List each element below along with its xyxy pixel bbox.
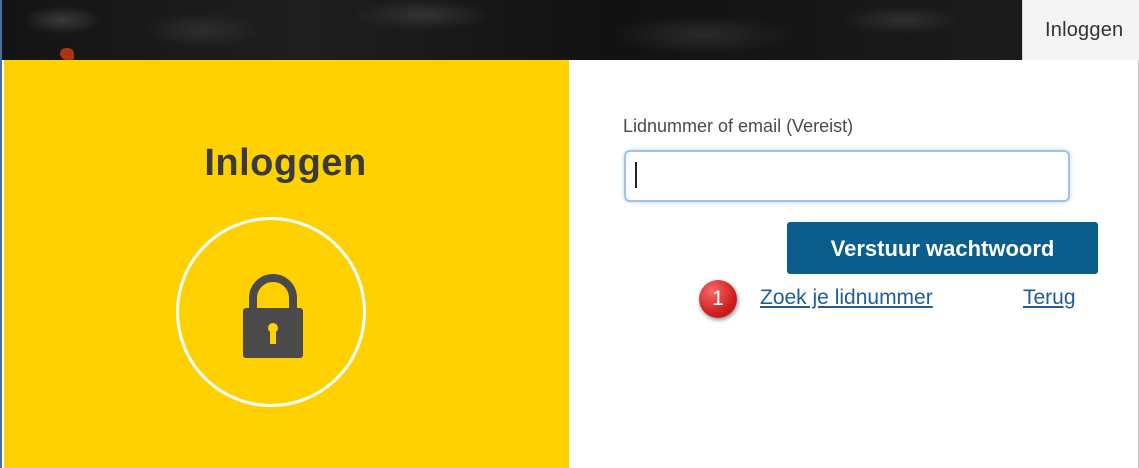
header-login-tab[interactable]: Inloggen <box>1022 0 1139 60</box>
lock-icon <box>243 274 303 358</box>
panel-title: Inloggen <box>204 142 367 184</box>
send-password-button[interactable]: Verstuur wachtwoord <box>787 222 1098 274</box>
annotation-badge: 1 <box>699 280 737 318</box>
page-frame: Inloggen Inloggen Lidnummer of email (Ve… <box>0 0 1139 468</box>
header-banner <box>2 0 1022 60</box>
back-link[interactable]: Terug <box>1023 286 1076 310</box>
logo-flame-icon <box>60 48 74 60</box>
member-field-label: Lidnummer of email (Vereist) <box>623 116 854 136</box>
find-member-number-link[interactable]: Zoek je lidnummer <box>760 286 933 310</box>
member-number-input[interactable] <box>624 150 1070 202</box>
text-cursor <box>635 162 637 188</box>
lock-circle <box>176 217 366 407</box>
